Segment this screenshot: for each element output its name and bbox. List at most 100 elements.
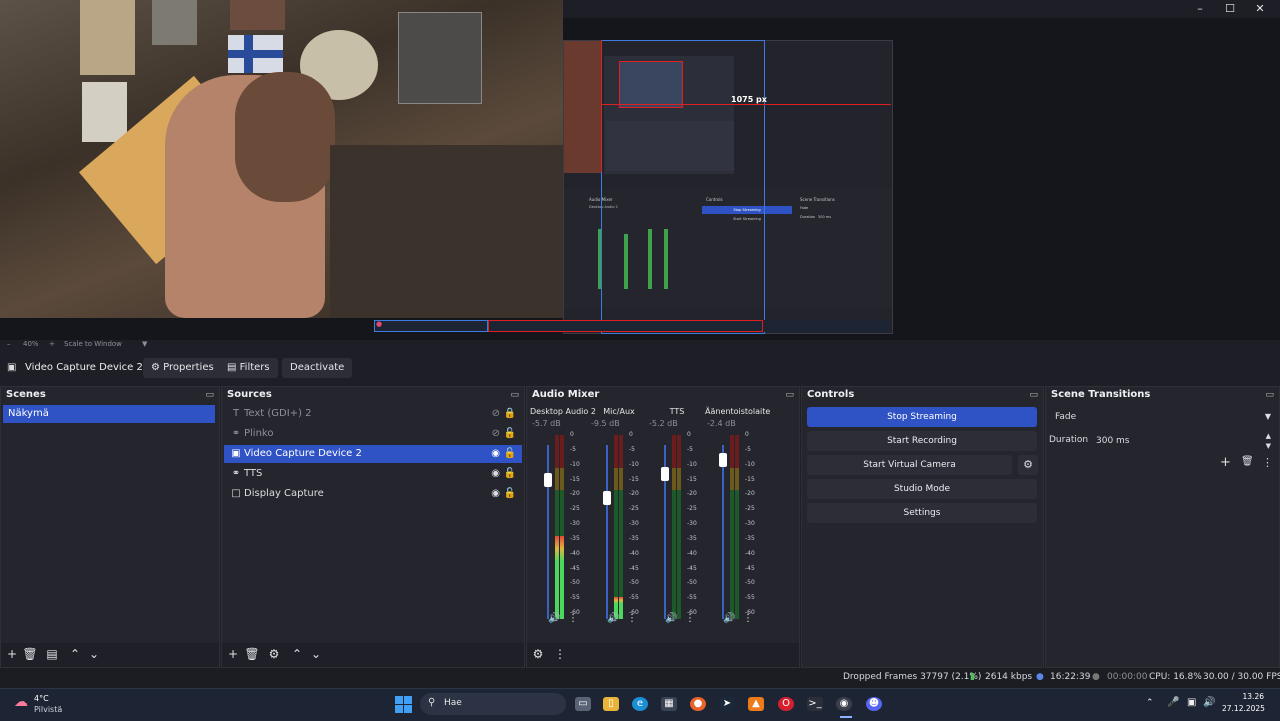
maximize-button[interactable]: ☐ — [1215, 0, 1245, 18]
remove-source-icon[interactable]: 🗑 — [244, 647, 260, 661]
filters-button[interactable]: ▤ Filters — [219, 358, 278, 378]
add-source-icon[interactable]: + — [225, 647, 241, 661]
advanced-audio-icon[interactable]: ⚙ — [530, 647, 546, 661]
undock-icon[interactable]: ▭ — [1029, 387, 1038, 403]
weather-icon[interactable]: ☁ — [14, 694, 28, 710]
file-explorer-icon[interactable]: ▯ — [603, 697, 619, 711]
microphone-icon[interactable]: 🎤 — [1167, 697, 1179, 708]
undock-icon[interactable]: ▭ — [785, 387, 794, 403]
add-scene-icon[interactable]: + — [4, 647, 20, 661]
volume-icon[interactable]: 🔊 — [1203, 697, 1215, 708]
lock-icon[interactable]: 🔓 — [504, 445, 516, 463]
scene-filters-icon[interactable]: ▤ — [44, 647, 60, 661]
channel-menu-icon[interactable]: ⋮ — [685, 613, 695, 624]
volume-slider[interactable] — [606, 445, 608, 619]
scale-mode[interactable]: Scale to Window — [64, 340, 122, 348]
source-item-selected[interactable]: ▣ Video Capture Device 2 ◉ 🔓 — [224, 445, 522, 463]
undock-icon[interactable]: ▭ — [510, 387, 519, 403]
spin-down-icon[interactable]: ▼ — [1266, 436, 1271, 456]
channel-menu-icon[interactable]: ⋮ — [627, 613, 637, 624]
channel-menu-icon[interactable]: ⋮ — [743, 613, 753, 624]
volume-slider[interactable] — [547, 445, 549, 619]
visibility-hidden-icon[interactable]: ⊘ — [492, 425, 500, 443]
clock-date[interactable]: 27.12.2025 — [1222, 704, 1265, 713]
transition-menu-icon[interactable]: ⋮ — [1262, 456, 1273, 469]
speaker-icon[interactable]: 🔊 — [548, 613, 560, 624]
visibility-icon[interactable]: ◉ — [491, 465, 500, 483]
start-windows-icon[interactable] — [395, 696, 412, 713]
wall-poster — [152, 0, 197, 45]
network-icon[interactable]: ▣ — [1187, 697, 1196, 708]
channel-menu-icon[interactable]: ⋮ — [568, 613, 578, 624]
mixer-menu-icon[interactable]: ⋮ — [552, 647, 568, 661]
settings-button[interactable]: Settings — [807, 503, 1037, 523]
source-item[interactable]: ⚭ Plinko ⊘ 🔓 — [224, 425, 522, 443]
studio-mode-button[interactable]: Studio Mode — [807, 479, 1037, 499]
scene-item[interactable]: Näkymä — [3, 405, 215, 423]
zoom-dropdown-icon[interactable]: ▼ — [142, 340, 147, 348]
visibility-icon[interactable]: ◉ — [491, 445, 500, 463]
speaker-icon[interactable]: 🔊 — [607, 613, 619, 624]
volume-slider-handle[interactable] — [719, 453, 727, 467]
lock-icon[interactable]: 🔓 — [504, 485, 516, 503]
store-icon[interactable]: ▦ — [661, 697, 677, 711]
nested-duration: Duration — [800, 215, 816, 219]
obs-icon[interactable]: ◉ — [836, 697, 852, 711]
meter-scale-label: -35 — [629, 534, 639, 542]
snap-guide-horizontal — [601, 104, 891, 105]
minimize-button[interactable]: – — [1185, 0, 1215, 18]
move-up-icon[interactable]: ⌃ — [67, 647, 83, 661]
firefox-icon[interactable]: ● — [690, 697, 706, 711]
move-down-icon[interactable]: ⌄ — [86, 647, 102, 661]
zoom-in-button[interactable]: + — [49, 340, 55, 348]
undock-icon[interactable]: ▭ — [205, 387, 214, 403]
start-virtual-camera-button[interactable]: Start Virtual Camera — [807, 455, 1012, 475]
task-view-icon[interactable]: ▭ — [575, 697, 591, 711]
duration-input[interactable]: 300 ms ▲ ▼ — [1092, 431, 1275, 451]
meter-scale-label: 0 — [629, 431, 633, 438]
visibility-hidden-icon[interactable]: ⊘ — [492, 405, 500, 423]
remove-scene-icon[interactable]: 🗑 — [22, 647, 38, 661]
meter-scale-label: -30 — [745, 520, 755, 528]
properties-button[interactable]: ⚙ Properties — [143, 358, 222, 378]
start-recording-button[interactable]: Start Recording — [807, 431, 1037, 451]
speaker-icon[interactable]: 🔊 — [665, 613, 677, 624]
clock-time[interactable]: 13.26 — [1226, 692, 1264, 701]
move-down-icon[interactable]: ⌄ — [308, 647, 324, 661]
webcam-source[interactable] — [0, 0, 563, 318]
taskbar-search[interactable]: ⚲ Hae — [420, 693, 566, 715]
add-transition-icon[interactable]: + — [1220, 455, 1231, 470]
remove-transition-icon[interactable]: 🗑 — [1241, 456, 1254, 467]
transition-select[interactable]: Fade ▼ — [1049, 407, 1275, 427]
zoom-controls: – 40% + Scale to Window ▼ — [0, 340, 1280, 352]
tray-chevron-icon[interactable]: ⌃ — [1146, 698, 1154, 708]
close-button[interactable]: ✕ — [1245, 0, 1275, 18]
move-up-icon[interactable]: ⌃ — [289, 647, 305, 661]
lock-icon[interactable]: 🔒 — [504, 405, 516, 423]
lock-icon[interactable]: 🔓 — [504, 425, 516, 443]
volume-slider-handle[interactable] — [603, 491, 611, 505]
source-item[interactable]: T Text (GDI+) 2 ⊘ 🔒 — [224, 405, 522, 423]
meter-scale-label: -10 — [629, 460, 639, 468]
source-properties-icon[interactable]: ⚙ — [266, 647, 282, 661]
volume-slider[interactable] — [722, 445, 724, 619]
visibility-icon[interactable]: ◉ — [491, 485, 500, 503]
lock-icon[interactable]: 🔓 — [504, 465, 516, 483]
discord-icon[interactable]: ☻ — [866, 697, 882, 711]
vlc-icon[interactable]: ▲ — [748, 697, 764, 711]
source-item[interactable]: ⚭ TTS ◉ 🔓 — [224, 465, 522, 483]
speaker-icon[interactable]: 🔊 — [723, 613, 735, 624]
edge-icon[interactable]: e — [632, 697, 648, 711]
zoom-out-button[interactable]: – — [7, 340, 11, 348]
volume-slider-handle[interactable] — [544, 473, 552, 487]
source-item[interactable]: □ Display Capture ◉ 🔓 — [224, 485, 522, 503]
deactivate-button[interactable]: Deactivate — [282, 358, 353, 378]
terminal-icon[interactable]: >_ — [807, 697, 823, 711]
stop-streaming-button[interactable]: Stop Streaming — [807, 407, 1037, 427]
undock-icon[interactable]: ▭ — [1265, 387, 1274, 403]
volume-slider-handle[interactable] — [661, 467, 669, 481]
opera-icon[interactable]: O — [778, 697, 794, 711]
source-bounding-box[interactable] — [601, 40, 765, 334]
virtual-camera-settings-icon[interactable]: ⚙ — [1018, 455, 1038, 475]
steam-icon[interactable]: ➤ — [719, 697, 735, 711]
